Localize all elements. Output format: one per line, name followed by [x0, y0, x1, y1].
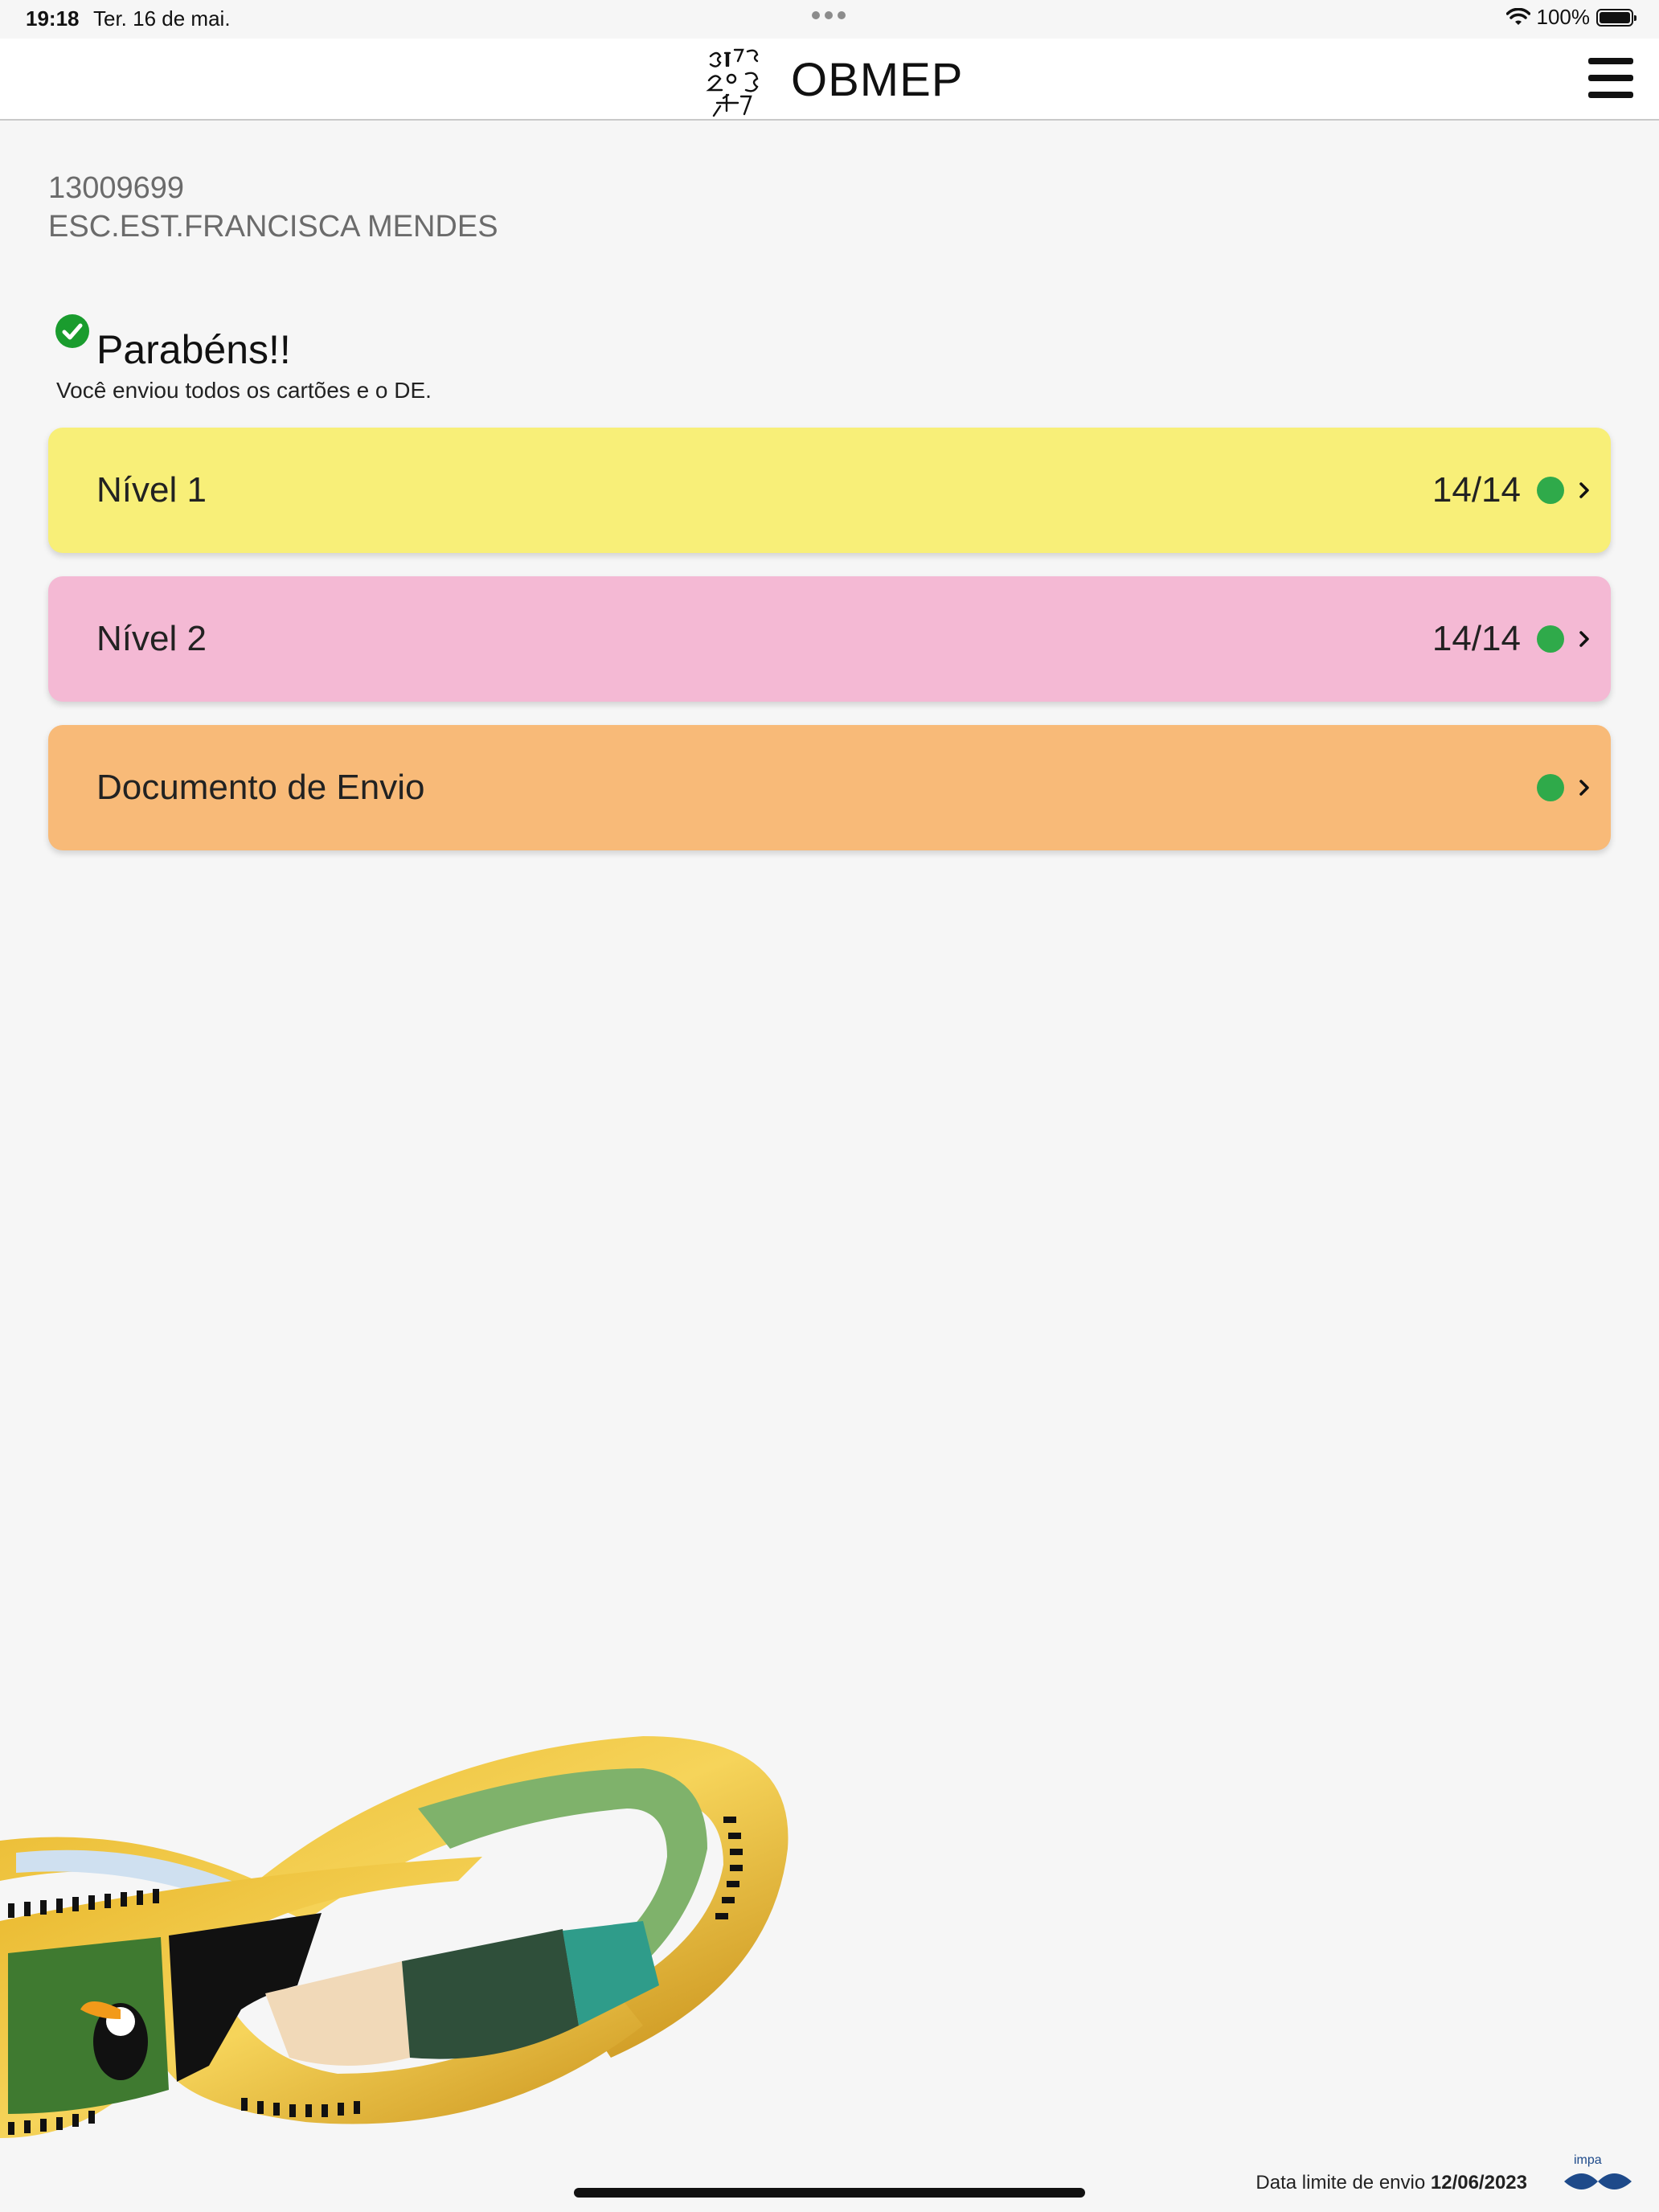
deadline-label: Data limite de envio	[1256, 2172, 1426, 2194]
deadline-date: 12/06/2023	[1430, 2172, 1527, 2194]
card-nivel-2[interactable]: Nível 2 14/14	[48, 576, 1611, 702]
check-circle-icon	[55, 314, 89, 348]
chevron-right-icon	[1579, 482, 1589, 498]
deadline-text: Data limite de envio 12/06/2023	[1256, 2172, 1527, 2194]
school-name: ESC.EST.FRANCISCA MENDES	[48, 210, 498, 244]
card-label: Documento de Envio	[96, 768, 425, 807]
card-label: Nível 2	[96, 619, 207, 658]
chevron-right-icon	[1579, 631, 1589, 647]
status-time: 19:18	[26, 6, 80, 31]
film-ribbon-illustration	[0, 1736, 789, 2138]
battery-percent: 100%	[1536, 5, 1591, 29]
impa-logo-text: impa	[1574, 2153, 1602, 2167]
school-info: 13009699 ESC.EST.FRANCISCA MENDES	[48, 169, 498, 246]
battery-icon	[1596, 8, 1636, 27]
app-header: OBMEP	[0, 39, 1659, 121]
success-message: Você enviou todos os cartões e o DE.	[56, 378, 432, 403]
chevron-right-icon	[1579, 780, 1589, 796]
card-count: 14/14	[1432, 619, 1521, 658]
card-documento-de-envio[interactable]: Documento de Envio	[48, 725, 1611, 850]
card-label: Nível 1	[96, 470, 207, 510]
success-title: Parabéns!!	[96, 327, 291, 372]
status-bar: 19:18 Ter. 16 de mai. 100%	[0, 0, 1659, 39]
status-dot-icon	[1537, 477, 1564, 504]
card-nivel-1[interactable]: Nível 1 14/14	[48, 428, 1611, 553]
app-title: OBMEP	[791, 54, 964, 106]
wifi-icon	[1505, 7, 1530, 25]
hamburger-menu-icon[interactable]	[1588, 56, 1635, 100]
status-dot-icon	[1537, 774, 1564, 801]
home-indicator[interactable]	[574, 2188, 1085, 2198]
card-count: 14/14	[1432, 470, 1521, 510]
multitasking-dots-icon[interactable]	[812, 11, 846, 19]
status-date: Ter. 16 de mai.	[93, 6, 231, 31]
status-dot-icon	[1537, 625, 1564, 653]
impa-logo: impa	[1558, 2151, 1638, 2199]
school-code: 13009699	[48, 171, 185, 205]
obmep-logo	[706, 48, 759, 117]
